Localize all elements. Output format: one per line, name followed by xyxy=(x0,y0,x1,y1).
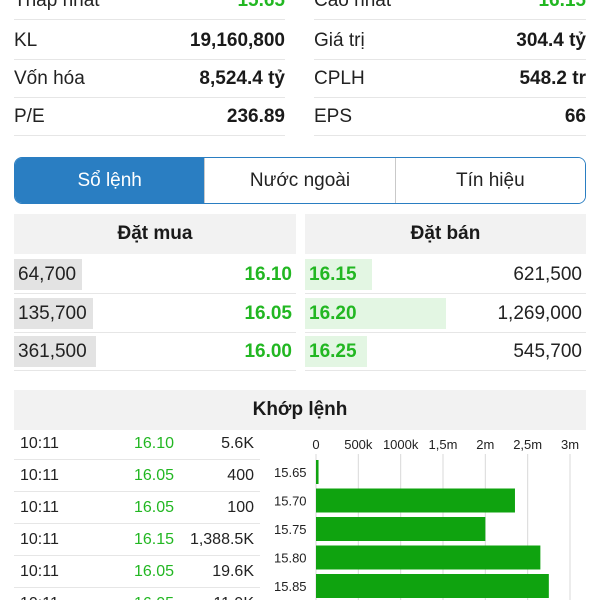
stat-row: Giá trị 304.4 tỷ xyxy=(314,22,586,60)
x-tick-label: 3m xyxy=(561,437,579,452)
trade-row: 10:11 16.05 100 xyxy=(14,492,260,524)
stat-value: 304.4 tỷ xyxy=(516,29,586,51)
stat-row: CPLH 548.2 tr xyxy=(314,60,586,98)
trade-row: 10:11 16.05 19.6K xyxy=(14,556,260,588)
stat-label: Giá trị xyxy=(314,29,365,51)
buy-orders-header: Đặt mua xyxy=(14,214,296,254)
stat-row: P/E 236.89 xyxy=(14,98,285,136)
volume-bar xyxy=(316,488,515,513)
trade-time: 10:11 xyxy=(20,530,59,548)
buy-order-row[interactable]: 361,500 16.00 xyxy=(14,333,296,371)
stat-value: 19,160,800 xyxy=(189,29,285,51)
stat-value: 66 xyxy=(564,105,586,127)
x-tick-label: 0 xyxy=(312,437,319,452)
trade-time: 10:11 xyxy=(20,466,59,484)
stat-value: 236.89 xyxy=(226,105,285,127)
stat-label: Thấp nhất xyxy=(14,0,100,11)
buy-order-volume: 361,500 xyxy=(18,340,87,362)
volume-by-price-chart: 0 500k 1000k 1,5m 2m 2,5m 3m 15.65 15.70 15.75 15.… xyxy=(270,432,586,600)
trade-volume: 100 xyxy=(227,498,254,516)
stat-label: P/E xyxy=(14,105,45,127)
price-level-label: 15.85 xyxy=(274,579,307,594)
tab-signals[interactable]: Tín hiệu xyxy=(394,158,585,203)
trade-price: 16.05 xyxy=(133,498,174,516)
trade-time: 10:11 xyxy=(20,562,59,580)
sell-order-price: 16.25 xyxy=(309,340,357,362)
trade-price: 16.05 xyxy=(133,562,174,580)
buy-order-price: 16.10 xyxy=(244,263,292,285)
sell-order-volume: 621,500 xyxy=(513,263,582,285)
volume-bar xyxy=(316,574,549,598)
price-level-label: 15.70 xyxy=(274,494,307,509)
trade-volume: 5.6K xyxy=(221,434,254,452)
x-tick-label: 2,5m xyxy=(513,437,542,452)
stat-row: Cao nhất 16.15 xyxy=(314,0,586,20)
sell-order-row[interactable]: 621,500 16.15 xyxy=(305,256,586,294)
trade-time: 10:11 xyxy=(20,588,59,600)
x-tick-label: 500k xyxy=(344,437,373,452)
trade-volume: 400 xyxy=(227,466,254,484)
x-tick-label: 1000k xyxy=(383,437,419,452)
trade-price: 16.05 xyxy=(134,588,174,600)
stat-label: Vốn hóa xyxy=(14,67,85,89)
sell-order-row[interactable]: 1,269,000 16.20 xyxy=(305,295,586,333)
stat-value: 16.15 xyxy=(538,0,586,11)
trade-volume: 1,388.5K xyxy=(189,530,254,548)
trade-price: 16.15 xyxy=(133,530,174,548)
stat-row: EPS 66 xyxy=(314,98,586,136)
tab-bar: Sổ lệnh Nước ngoài Tín hiệu xyxy=(14,157,586,204)
price-level-label: 15.65 xyxy=(274,465,307,480)
buy-order-volume: 135,700 xyxy=(18,302,87,324)
stat-value: 8,524.4 tỷ xyxy=(199,67,285,89)
buy-order-price: 16.00 xyxy=(244,340,292,362)
sell-order-row[interactable]: 545,700 16.25 xyxy=(305,333,586,371)
stat-value: 548.2 tr xyxy=(519,67,586,89)
x-tick-label: 2m xyxy=(476,437,494,452)
trade-price: 16.05 xyxy=(133,466,174,484)
matched-trades-header: Khớp lệnh xyxy=(14,390,586,430)
buy-order-row[interactable]: 135,700 16.05 xyxy=(14,295,296,333)
volume-bar xyxy=(316,460,319,484)
stat-label: CPLH xyxy=(314,67,365,89)
sell-order-volume: 545,700 xyxy=(513,340,582,362)
x-tick-label: 1,5m xyxy=(429,437,458,452)
trade-volume: 11.9K xyxy=(213,588,254,600)
stat-row: KL 19,160,800 xyxy=(14,22,285,60)
stat-label: KL xyxy=(14,29,38,51)
tab-foreign[interactable]: Nước ngoài xyxy=(204,158,395,203)
stat-label: EPS xyxy=(314,105,353,127)
stat-label: Cao nhất xyxy=(314,0,392,11)
trade-row: 10:11 16.05 11.9K xyxy=(14,588,260,600)
stock-stats: Thấp nhất 15.65 KL 19,160,800 Vốn hóa 8,524.4… xyxy=(0,0,600,137)
stat-row: Vốn hóa 8,524.4 tỷ xyxy=(14,60,285,98)
trade-time: 10:11 xyxy=(20,498,59,516)
stat-row: Thấp nhất 15.65 xyxy=(14,0,285,20)
trade-row: 10:11 16.10 5.6K xyxy=(14,428,260,460)
buy-order-price: 16.05 xyxy=(244,302,292,324)
sell-order-price: 16.20 xyxy=(309,302,357,324)
buy-order-row[interactable]: 64,700 16.10 xyxy=(14,256,296,294)
volume-bar xyxy=(316,517,486,541)
price-level-label: 15.80 xyxy=(274,551,307,566)
trade-row: 10:11 16.15 1,388.5K xyxy=(14,524,260,556)
tab-order-book[interactable]: Sổ lệnh xyxy=(15,158,205,203)
trade-time: 10:11 xyxy=(20,434,59,452)
sell-order-price: 16.15 xyxy=(309,263,357,285)
trade-row: 10:11 16.05 400 xyxy=(14,460,260,492)
sell-orders-header: Đặt bán xyxy=(305,214,586,254)
trade-volume: 19.6K xyxy=(212,562,254,580)
sell-order-volume: 1,269,000 xyxy=(497,302,582,324)
volume-bar xyxy=(316,545,541,570)
stat-value: 15.65 xyxy=(237,0,285,11)
buy-order-volume: 64,700 xyxy=(18,263,77,285)
price-level-label: 15.75 xyxy=(274,522,307,537)
volume-chart-svg: 0 500k 1000k 1,5m 2m 2,5m 3m 15.65 15.70 15.75 15.… xyxy=(274,437,579,600)
trade-price: 16.10 xyxy=(133,434,174,452)
